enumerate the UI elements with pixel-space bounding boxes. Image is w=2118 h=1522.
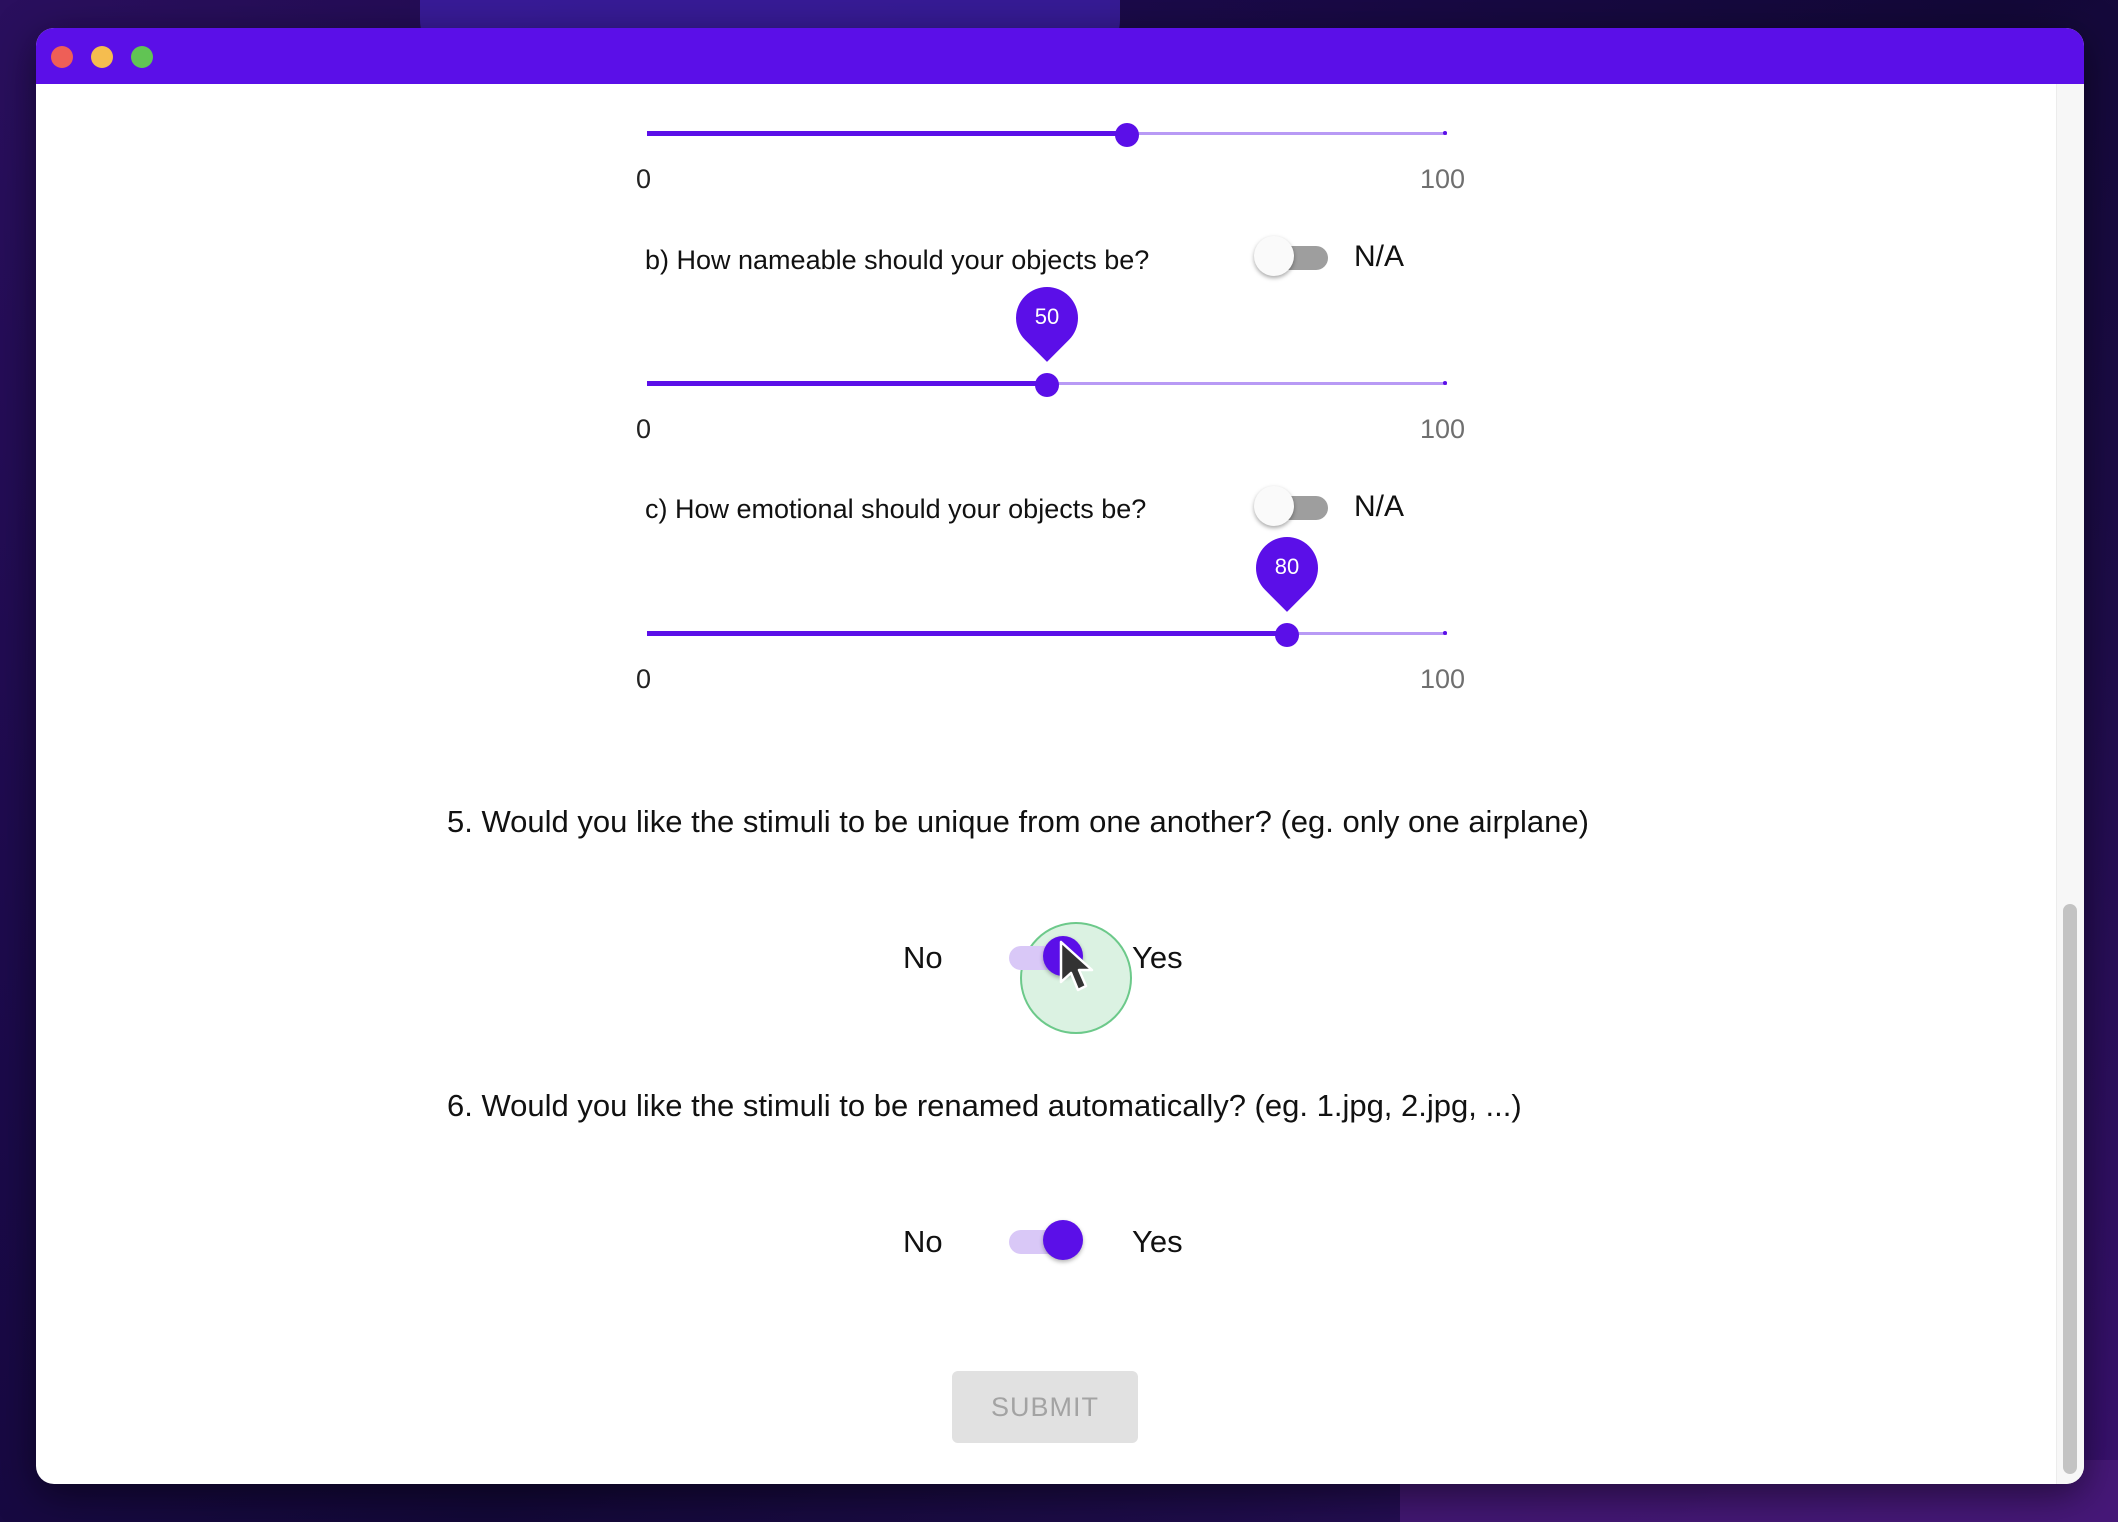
q6-yes-label: Yes [1132, 1224, 1183, 1259]
form-content: 0 100 b) How nameable should your object… [36, 84, 2056, 1484]
minimize-dot-icon[interactable] [91, 46, 113, 68]
window-titlebar [36, 28, 2084, 84]
q6-no-label: No [903, 1224, 943, 1259]
na-toggle-b[interactable] [1254, 235, 1334, 279]
question-5: 5. Would you like the stimuli to be uniq… [447, 804, 1589, 839]
question-6: 6. Would you like the stimuli to be rena… [447, 1088, 1522, 1123]
app-window: 0 100 b) How nameable should your object… [36, 28, 2084, 1484]
slider-b-value-label: 50 [1034, 304, 1060, 329]
slider-end-mark [1443, 631, 1447, 635]
na-label-b: N/A [1354, 240, 1405, 273]
submit-button[interactable]: SUBMIT [952, 1371, 1138, 1443]
na-label-c: N/A [1354, 490, 1405, 523]
slider-b[interactable] [647, 369, 1447, 399]
slider-track [647, 631, 1287, 636]
slider-b-max-label: 100 [1420, 414, 1466, 444]
scrollbar-thumb[interactable] [2063, 904, 2077, 1474]
toggle-knob[interactable] [1254, 486, 1294, 526]
q5-yes-label: Yes [1132, 940, 1183, 975]
toggle-knob[interactable] [1254, 236, 1294, 276]
slider-b-min-label: 0 [636, 414, 652, 444]
zoom-dot-icon[interactable] [131, 46, 153, 68]
slider-end-mark [1443, 131, 1447, 135]
toggle-knob[interactable] [1043, 1220, 1083, 1260]
slider-track [647, 381, 1047, 386]
slider-a[interactable] [647, 119, 1447, 149]
q5-no-label: No [903, 940, 943, 975]
slider-end-mark [1443, 381, 1447, 385]
slider-a-min-label: 0 [636, 164, 652, 194]
slider-thumb[interactable] [1035, 373, 1059, 397]
slider-thumb[interactable] [1115, 123, 1139, 147]
arrow-cursor-icon [1059, 940, 1094, 992]
slider-c-value-label: 80 [1274, 554, 1300, 579]
q6-toggle[interactable] [1009, 1219, 1089, 1263]
slider-c-min-label: 0 [636, 664, 652, 694]
slider-c[interactable] [647, 619, 1447, 649]
slider-thumb[interactable] [1275, 623, 1299, 647]
slider-track [647, 131, 1127, 136]
close-dot-icon[interactable] [51, 46, 73, 68]
slider-c-max-label: 100 [1420, 664, 1466, 694]
slider-c-question: c) How emotional should your objects be? [645, 494, 1147, 524]
na-toggle-c[interactable] [1254, 485, 1334, 529]
slider-a-max-label: 100 [1420, 164, 1466, 194]
slider-b-question: b) How nameable should your objects be? [645, 245, 1150, 275]
